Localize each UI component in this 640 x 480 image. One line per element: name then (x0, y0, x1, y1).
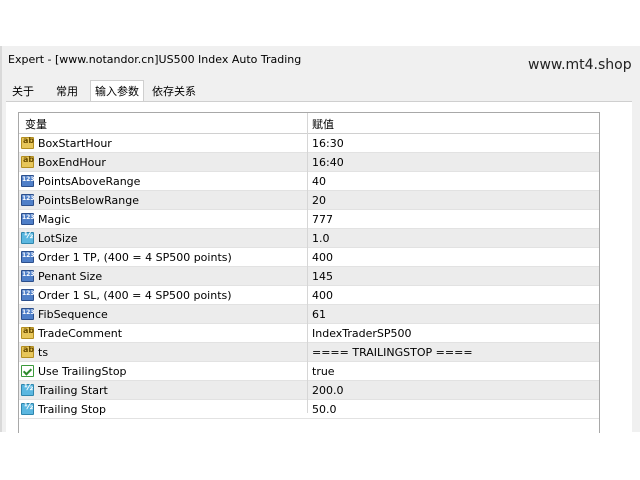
table-row[interactable]: Penant Size 145 (19, 267, 599, 286)
double-half-icon (21, 383, 34, 396)
string-ab-icon (21, 155, 34, 168)
parameter-name: BoxStartHour (38, 137, 112, 150)
table-row[interactable]: Trailing Start 200.0 (19, 381, 599, 400)
parameter-value[interactable]: 400 (312, 251, 333, 264)
table-row[interactable]: Trailing Stop 50.0 (19, 400, 599, 419)
table-row[interactable]: Order 1 TP, (400 = 4 SP500 points) 400 (19, 248, 599, 267)
tab-inputs[interactable]: 输入参数 (90, 80, 144, 103)
grid-header: 变量 赋值 (19, 113, 599, 134)
parameter-value[interactable]: ==== TRAILINGSTOP ==== (312, 346, 473, 359)
parameter-value[interactable]: 777 (312, 213, 333, 226)
integer-123-icon (21, 289, 35, 301)
integer-123-icon (21, 251, 35, 263)
string-ab-icon (21, 345, 34, 358)
top-margin (0, 0, 640, 46)
parameter-name: PointsBelowRange (38, 194, 140, 207)
parameter-name: FibSequence (38, 308, 108, 321)
parameter-name: Magic (38, 213, 71, 226)
parameter-name: Trailing Start (38, 384, 108, 397)
window-title: Expert - [www.notandor.cn]US500 Index Au… (8, 53, 302, 66)
parameter-value[interactable]: 200.0 (312, 384, 344, 397)
table-row[interactable]: TradeComment IndexTraderSP500 (19, 324, 599, 343)
tab-common[interactable]: 常用 (52, 82, 82, 101)
watermark-text: www.mt4.shop (528, 57, 632, 73)
column-header-value[interactable]: 赋值 (312, 116, 334, 132)
parameter-name: Order 1 SL, (400 = 4 SP500 points) (38, 289, 232, 302)
parameter-name: Trailing Stop (38, 403, 106, 416)
parameter-value[interactable]: 145 (312, 270, 333, 283)
parameter-name: TradeComment (38, 327, 123, 340)
parameter-name: Use TrailingStop (38, 365, 127, 378)
double-half-icon (21, 402, 34, 415)
bool-check-icon (21, 365, 34, 377)
table-row[interactable]: PointsAboveRange 40 (19, 172, 599, 191)
integer-123-icon (21, 194, 35, 206)
integer-123-icon (21, 175, 35, 187)
parameter-value[interactable]: 400 (312, 289, 333, 302)
parameter-name: Penant Size (38, 270, 103, 283)
table-row[interactable]: FibSequence 61 (19, 305, 599, 324)
table-row[interactable]: ts ==== TRAILINGSTOP ==== (19, 343, 599, 362)
column-header-variable[interactable]: 变量 (25, 116, 47, 132)
parameter-name: BoxEndHour (38, 156, 106, 169)
table-row[interactable]: LotSize 1.0 (19, 229, 599, 248)
parameter-value[interactable]: 61 (312, 308, 326, 321)
integer-123-icon (21, 308, 35, 320)
parameter-value[interactable]: IndexTraderSP500 (312, 327, 412, 340)
parameter-name: Order 1 TP, (400 = 4 SP500 points) (38, 251, 232, 264)
table-row[interactable]: Magic 777 (19, 210, 599, 229)
parameter-value[interactable]: 50.0 (312, 403, 337, 416)
table-row[interactable]: Use TrailingStop true (19, 362, 599, 381)
table-row[interactable]: Order 1 SL, (400 = 4 SP500 points) 400 (19, 286, 599, 305)
table-row[interactable]: BoxStartHour 16:30 (19, 134, 599, 153)
parameter-name: ts (38, 346, 49, 359)
window-left-edge (0, 46, 2, 432)
parameter-name: LotSize (38, 232, 78, 245)
column-separator[interactable] (307, 113, 308, 413)
table-row[interactable]: PointsBelowRange 20 (19, 191, 599, 210)
parameter-value[interactable]: 40 (312, 175, 326, 188)
string-ab-icon (21, 136, 34, 149)
inputs-grid: 变量 赋值 BoxStartHour 16:30 BoxEndHour 16:40 Po… (18, 112, 600, 433)
table-row[interactable]: BoxEndHour 16:40 (19, 153, 599, 172)
tab-about[interactable]: 关于 (8, 82, 38, 101)
parameter-name: PointsAboveRange (38, 175, 141, 188)
parameter-value[interactable]: 16:40 (312, 156, 344, 169)
parameter-value[interactable]: 1.0 (312, 232, 330, 245)
row-divider (19, 418, 599, 419)
double-half-icon (21, 231, 34, 244)
integer-123-icon (21, 270, 35, 282)
bottom-margin (0, 432, 640, 480)
string-ab-icon (21, 326, 34, 339)
parameter-value[interactable]: 16:30 (312, 137, 344, 150)
integer-123-icon (21, 213, 35, 225)
parameter-value[interactable]: 20 (312, 194, 326, 207)
tab-dependencies[interactable]: 依存关系 (148, 82, 200, 101)
parameter-value[interactable]: true (312, 365, 335, 378)
